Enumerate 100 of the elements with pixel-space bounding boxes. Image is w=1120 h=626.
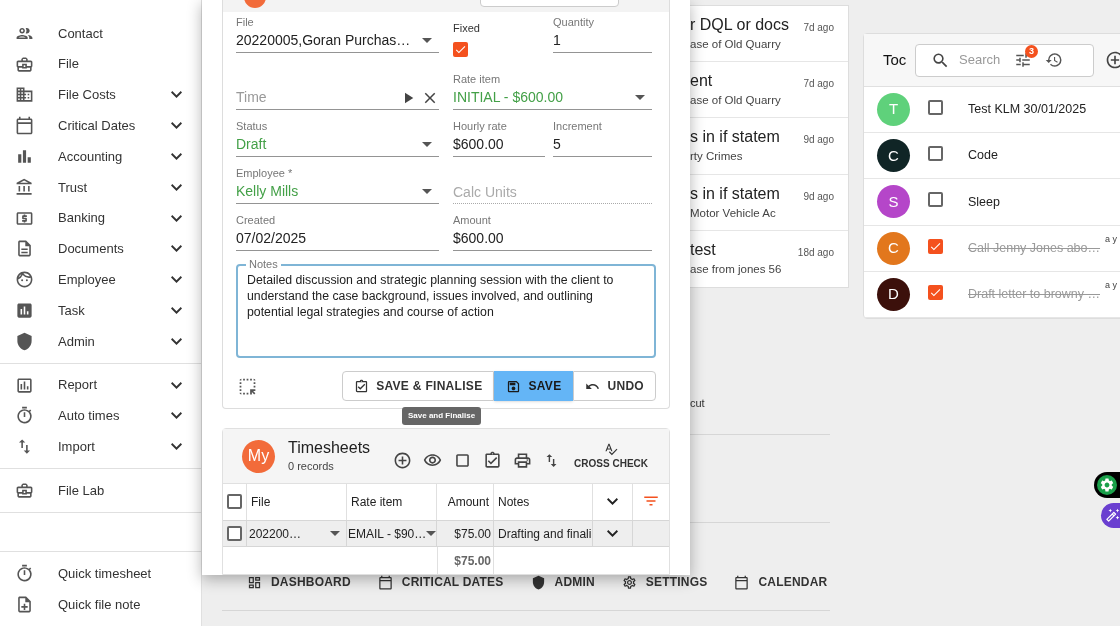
field-label: Rate item xyxy=(453,72,502,86)
note-add-icon xyxy=(15,595,34,615)
quick-link[interactable]: CRITICAL DATES xyxy=(377,573,504,592)
action-button[interactable]: UNDO xyxy=(573,371,656,401)
chart-icon xyxy=(15,301,34,321)
note-title[interactable]: test xyxy=(690,238,798,261)
total-amount: $75.00 xyxy=(437,547,494,574)
shield-icon xyxy=(530,574,546,590)
task-text[interactable]: Code xyxy=(968,146,998,166)
shield-icon xyxy=(15,331,34,351)
input-field[interactable]: 1 xyxy=(553,29,652,53)
sidebar-item[interactable]: Trust xyxy=(0,172,201,203)
calendar-icon xyxy=(377,574,393,590)
sidebar-item[interactable]: File Lab xyxy=(0,475,201,506)
task-text[interactable]: Sleep xyxy=(968,192,1000,212)
report-icon xyxy=(15,375,34,395)
note-time: 7d ago xyxy=(803,77,835,92)
table-cell: $75.00 xyxy=(437,520,494,547)
quick-link[interactable]: SETTINGS xyxy=(621,573,708,592)
search-icon xyxy=(931,50,950,70)
sidebar-item[interactable]: Employee xyxy=(0,264,201,296)
search-field[interactable]: Search xyxy=(959,50,1009,70)
sidebar-item[interactable]: File Costs xyxy=(0,79,201,111)
print-icon[interactable] xyxy=(513,450,533,470)
note-time: 7d ago xyxy=(803,21,835,35)
checkbox[interactable] xyxy=(928,145,943,161)
sidebar-item[interactable]: Import xyxy=(0,431,201,463)
avatar: C xyxy=(877,139,910,173)
notes-text: Detailed discussion and strategic planning session with the client to understand the case background, issues involved, and outlining potential legal strategies and course of action xyxy=(247,272,615,320)
sidebar-item[interactable]: Report xyxy=(0,369,201,401)
chevron-icon xyxy=(171,307,182,315)
clipboard-check-icon xyxy=(354,378,370,394)
note-time: 9d ago xyxy=(803,189,835,204)
note-title[interactable]: s in if statem xyxy=(690,126,804,149)
checkbox[interactable] xyxy=(227,494,242,509)
settings-icon xyxy=(621,574,637,590)
chevron-icon xyxy=(171,122,182,130)
sidebar-item[interactable]: Banking xyxy=(0,202,201,234)
card-title: Timesheets xyxy=(288,437,371,458)
sidebar-item[interactable]: Accounting xyxy=(0,141,201,172)
task-time: a y xyxy=(1105,232,1118,246)
input-field[interactable]: $600.00 xyxy=(453,227,652,251)
chevron-icon xyxy=(171,183,182,191)
note-title[interactable]: r DQL or docs xyxy=(690,14,804,36)
chevron-icon[interactable] xyxy=(607,530,618,537)
quick-link[interactable]: DASHBOARD xyxy=(247,573,351,592)
input-field[interactable]: 07/02/2025 xyxy=(236,227,439,251)
task-time: a y xyxy=(1105,278,1117,292)
table-cell[interactable]: 202200… xyxy=(247,520,347,547)
cross-check-button[interactable]: CROSS CHECK xyxy=(574,441,648,471)
face-icon xyxy=(15,270,34,290)
avatar: D xyxy=(877,277,910,311)
quick-link[interactable]: CALENDAR xyxy=(734,573,828,592)
document-icon xyxy=(15,239,34,259)
field-label: Status xyxy=(236,119,269,133)
add-icon[interactable] xyxy=(1105,50,1120,70)
quick-link[interactable]: ADMIN xyxy=(530,573,595,592)
avatar: My xyxy=(242,439,275,473)
dropdown-icon xyxy=(330,531,340,536)
history-icon[interactable] xyxy=(1045,51,1063,69)
checkbox[interactable] xyxy=(928,191,943,207)
chevron-icon xyxy=(171,443,182,451)
chevron-icon xyxy=(171,412,182,420)
sidebar-item[interactable]: Contact xyxy=(0,18,201,49)
sidebar-item[interactable]: Documents xyxy=(0,233,201,265)
chevron-icon[interactable] xyxy=(607,498,618,505)
sidebar-item[interactable]: Quick timesheet xyxy=(0,558,201,590)
action-button[interactable]: SAVE xyxy=(494,371,574,401)
chevron-icon xyxy=(171,153,182,161)
dropdown-icon xyxy=(422,189,432,194)
checkbox[interactable] xyxy=(227,526,242,541)
checkbox[interactable] xyxy=(453,42,468,57)
note-title[interactable]: ent xyxy=(690,70,804,93)
select-field[interactable]: 20220005,Goran Purchas… xyxy=(236,29,439,53)
input-field[interactable]: $600.00 xyxy=(453,133,545,157)
sidebar-item[interactable]: Quick file note xyxy=(0,589,201,620)
clipboard-check-icon[interactable] xyxy=(483,450,503,470)
chevron-icon xyxy=(171,276,182,284)
table-cell[interactable]: EMAIL - $90… xyxy=(347,520,437,547)
sidebar-item[interactable]: Task xyxy=(0,295,201,326)
note-subtitle: ase from jones 56 xyxy=(690,261,783,277)
sidebar-item[interactable]: Auto times xyxy=(0,400,201,432)
sidebar-item[interactable]: Admin xyxy=(0,325,201,357)
note-subtitle: rty Crimes xyxy=(690,149,744,165)
sidebar-item[interactable]: File xyxy=(0,48,201,80)
calendar-icon xyxy=(15,116,34,136)
dropdown-icon xyxy=(426,531,437,536)
note-subtitle: ase of Old Quarry xyxy=(690,93,782,109)
checkbox[interactable] xyxy=(928,285,943,301)
checkbox[interactable] xyxy=(928,99,943,115)
add-icon[interactable] xyxy=(393,450,413,470)
note-title[interactable]: s in if statem xyxy=(690,182,804,205)
task-text[interactable]: Test KLM 30/01/2025 xyxy=(968,100,1087,119)
input-field[interactable]: 5 xyxy=(553,133,652,157)
sidebar-item[interactable]: Critical Dates xyxy=(0,110,201,142)
briefcase-icon xyxy=(15,54,34,74)
time-field[interactable]: Time xyxy=(236,87,399,108)
action-button[interactable]: SAVE & FINALISE xyxy=(342,371,495,401)
field-label: Fixed xyxy=(453,21,481,35)
checkbox[interactable] xyxy=(928,239,943,255)
